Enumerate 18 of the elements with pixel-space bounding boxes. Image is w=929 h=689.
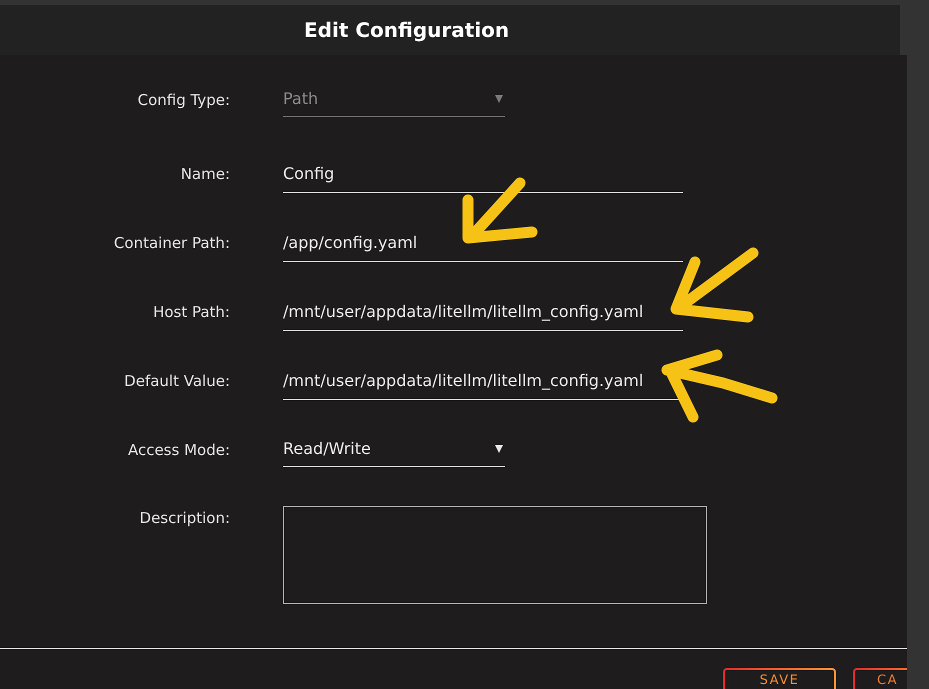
description-textarea[interactable] — [283, 506, 707, 604]
field-label: Config Type: — [136, 90, 230, 110]
field-label: Default Value: — [123, 370, 230, 392]
caret-icon — [495, 95, 503, 103]
field-label: Host Path: — [152, 302, 230, 322]
field-label: Description: — [138, 508, 230, 529]
text-input[interactable]: /mnt/user/appdata/litellm/litellm_config.yaml — [283, 292, 683, 331]
caret-icon — [495, 445, 503, 453]
dropdown-select[interactable]: Read/Write — [283, 432, 505, 467]
field-label: Container Path: — [112, 232, 230, 254]
save-button[interactable]: SAVE — [723, 668, 836, 689]
text-input[interactable]: /mnt/user/appdata/litellm/litellm_config.yaml — [283, 361, 683, 400]
field-label: Name: — [180, 164, 230, 184]
text-input[interactable]: Config — [283, 154, 683, 193]
dialog-title: Edit Configuration — [304, 20, 510, 40]
cancel-button[interactable]: CA — [853, 668, 907, 689]
field-label: Access Mode: — [126, 440, 230, 460]
text-input[interactable]: /app/config.yaml — [283, 223, 683, 262]
